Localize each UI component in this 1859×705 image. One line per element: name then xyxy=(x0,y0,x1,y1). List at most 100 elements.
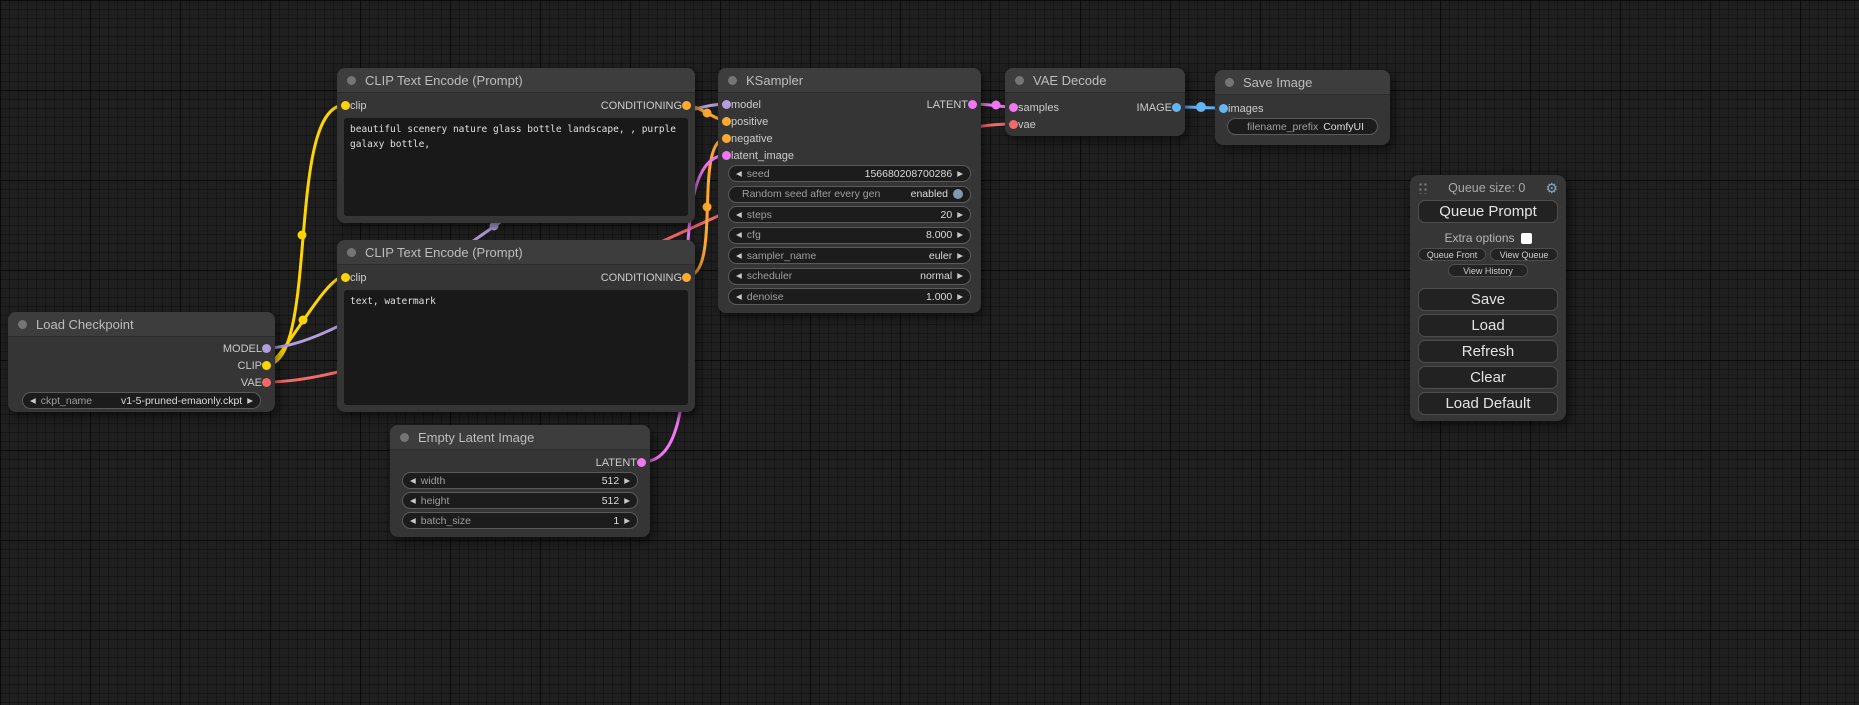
widget-label: steps xyxy=(747,209,772,221)
node-title-bar[interactable]: Save Image xyxy=(1215,70,1390,95)
queue-prompt-button[interactable]: Queue Prompt xyxy=(1418,200,1558,223)
node-title-bar[interactable]: CLIP Text Encode (Prompt) xyxy=(337,68,695,93)
positive-input-socket[interactable] xyxy=(722,117,731,126)
widget-filename-prefix[interactable]: filename_prefix ComfyUI xyxy=(1227,118,1378,135)
node-title-bar[interactable]: KSampler xyxy=(718,68,981,93)
latent-input-socket[interactable] xyxy=(722,151,731,160)
collapse-dot-icon[interactable] xyxy=(347,248,356,257)
node-clip-text-encode-positive[interactable]: CLIP Text Encode (Prompt) clip CONDITION… xyxy=(337,68,695,223)
widget-value: euler xyxy=(929,250,952,262)
arrow-right-icon[interactable]: ▶ xyxy=(957,211,963,219)
widget-scheduler[interactable]: ◀ scheduler normal ▶ xyxy=(728,268,971,285)
conditioning-output-socket[interactable] xyxy=(682,101,691,110)
output-row-vae: VAE xyxy=(8,374,275,391)
widget-seed[interactable]: ◀ seed 156680208700286 ▶ xyxy=(728,165,971,182)
arrow-right-icon[interactable]: ▶ xyxy=(957,252,963,260)
collapse-dot-icon[interactable] xyxy=(728,76,737,85)
negative-input-socket[interactable] xyxy=(722,134,731,143)
load-button[interactable]: Load xyxy=(1418,314,1558,337)
arrow-right-icon[interactable]: ▶ xyxy=(624,517,630,525)
link-midpoint-dot[interactable] xyxy=(703,203,712,212)
collapse-dot-icon[interactable] xyxy=(400,433,409,442)
prompt-text-area[interactable]: beautiful scenery nature glass bottle la… xyxy=(344,118,688,216)
arrow-left-icon[interactable]: ◀ xyxy=(736,272,742,280)
drag-handle-icon[interactable] xyxy=(1418,182,1428,194)
arrow-left-icon[interactable]: ◀ xyxy=(736,170,742,178)
widget-random-seed-toggle[interactable]: Random seed after every gen enabled xyxy=(728,186,971,203)
refresh-button[interactable]: Refresh xyxy=(1418,340,1558,363)
arrow-left-icon[interactable]: ◀ xyxy=(410,477,416,485)
arrow-left-icon[interactable]: ◀ xyxy=(736,252,742,260)
link-midpoint-dot[interactable] xyxy=(299,316,308,325)
vae-input-socket[interactable] xyxy=(1009,120,1018,129)
node-title: CLIP Text Encode (Prompt) xyxy=(365,245,523,260)
output-row-model: MODEL xyxy=(8,340,275,357)
node-title-bar[interactable]: Empty Latent Image xyxy=(390,425,650,450)
link-midpoint-dot[interactable] xyxy=(298,231,307,240)
arrow-left-icon[interactable]: ◀ xyxy=(30,397,36,405)
widget-denoise[interactable]: ◀ denoise 1.000 ▶ xyxy=(728,288,971,305)
arrow-left-icon[interactable]: ◀ xyxy=(736,211,742,219)
node-title-bar[interactable]: Load Checkpoint xyxy=(8,312,275,337)
widget-steps[interactable]: ◀ steps 20 ▶ xyxy=(728,206,971,223)
arrow-left-icon[interactable]: ◀ xyxy=(736,231,742,239)
arrow-right-icon[interactable]: ▶ xyxy=(957,272,963,280)
node-title-bar[interactable]: CLIP Text Encode (Prompt) xyxy=(337,240,695,265)
arrow-right-icon[interactable]: ▶ xyxy=(957,293,963,301)
arrow-right-icon[interactable]: ▶ xyxy=(957,170,963,178)
widget-batch-size[interactable]: ◀ batch_size 1 ▶ xyxy=(402,512,638,529)
node-ksampler[interactable]: KSampler model positive negative latent_… xyxy=(718,68,981,313)
conditioning-output-socket[interactable] xyxy=(682,273,691,282)
latent-output-socket[interactable] xyxy=(968,100,977,109)
extra-options-checkbox[interactable] xyxy=(1521,233,1532,244)
latent-output-socket[interactable] xyxy=(637,458,646,467)
link-midpoint-dot[interactable] xyxy=(992,101,1001,110)
widget-width[interactable]: ◀ width 512 ▶ xyxy=(402,472,638,489)
collapse-dot-icon[interactable] xyxy=(18,320,27,329)
widget-label: sampler_name xyxy=(747,250,816,262)
node-title-bar[interactable]: VAE Decode xyxy=(1005,68,1185,93)
node-clip-text-encode-negative[interactable]: CLIP Text Encode (Prompt) clip CONDITION… xyxy=(337,240,695,412)
queue-front-button[interactable]: Queue Front xyxy=(1418,248,1486,261)
save-button[interactable]: Save xyxy=(1418,288,1558,311)
node-save-image[interactable]: Save Image images filename_prefix ComfyU… xyxy=(1215,70,1390,145)
node-vae-decode[interactable]: VAE Decode samples vae IMAGE xyxy=(1005,68,1185,136)
toggle-enabled-icon[interactable] xyxy=(953,189,963,199)
node-empty-latent-image[interactable]: Empty Latent Image LATENT ◀ width 512 ▶ … xyxy=(390,425,650,537)
image-output-socket[interactable] xyxy=(1172,103,1181,112)
widget-ckpt-name[interactable]: ◀ ckpt_name v1-5-pruned-emaonly.ckpt ▶ xyxy=(22,392,261,409)
gear-icon[interactable]: ⚙ xyxy=(1545,181,1558,195)
output-row-conditioning: CONDITIONING xyxy=(337,97,695,114)
collapse-dot-icon[interactable] xyxy=(1225,78,1234,87)
prompt-text-area[interactable]: text, watermark xyxy=(344,290,688,405)
node-title: KSampler xyxy=(746,73,803,88)
widget-cfg[interactable]: ◀ cfg 8.000 ▶ xyxy=(728,227,971,244)
link-midpoint-dot[interactable] xyxy=(703,109,712,118)
node-load-checkpoint[interactable]: Load Checkpoint MODEL CLIP VAE ◀ ckpt_na… xyxy=(8,312,275,412)
clear-button[interactable]: Clear xyxy=(1418,366,1558,389)
arrow-right-icon[interactable]: ▶ xyxy=(624,497,630,505)
widget-sampler-name[interactable]: ◀ sampler_name euler ▶ xyxy=(728,247,971,264)
arrow-left-icon[interactable]: ◀ xyxy=(736,293,742,301)
arrow-left-icon[interactable]: ◀ xyxy=(410,497,416,505)
images-input-socket[interactable] xyxy=(1219,104,1228,113)
input-row-latent-image: latent_image xyxy=(718,147,981,164)
arrow-right-icon[interactable]: ▶ xyxy=(957,231,963,239)
output-label: MODEL xyxy=(223,343,262,355)
clip-output-socket[interactable] xyxy=(262,361,271,370)
view-queue-button[interactable]: View Queue xyxy=(1490,248,1558,261)
widget-label: width xyxy=(421,475,446,487)
output-row-clip: CLIP xyxy=(8,357,275,374)
collapse-dot-icon[interactable] xyxy=(347,76,356,85)
widget-height[interactable]: ◀ height 512 ▶ xyxy=(402,492,638,509)
load-default-button[interactable]: Load Default xyxy=(1418,392,1558,415)
link-midpoint-dot[interactable] xyxy=(1196,102,1206,112)
view-history-button[interactable]: View History xyxy=(1448,264,1528,277)
collapse-dot-icon[interactable] xyxy=(1015,76,1024,85)
vae-output-socket[interactable] xyxy=(262,378,271,387)
arrow-right-icon[interactable]: ▶ xyxy=(247,397,253,405)
model-output-socket[interactable] xyxy=(262,344,271,353)
arrow-right-icon[interactable]: ▶ xyxy=(624,477,630,485)
node-title: CLIP Text Encode (Prompt) xyxy=(365,73,523,88)
arrow-left-icon[interactable]: ◀ xyxy=(410,517,416,525)
